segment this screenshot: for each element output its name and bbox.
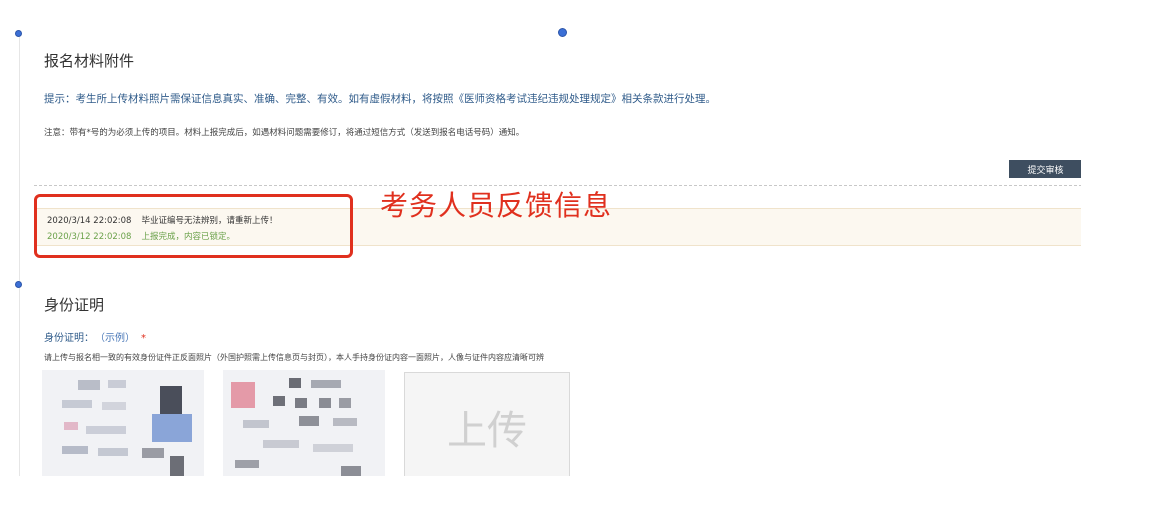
annotation-label: 考务人员反馈信息 <box>380 189 613 222</box>
thumb-decor <box>333 418 357 426</box>
thumb-decor <box>102 402 126 410</box>
thumb-decor <box>341 466 361 476</box>
side-marker-icon <box>15 281 22 288</box>
upload-hint: 提示：考生所上传材料照片需保证信息真实、准确、完整、有效。如有虚假材料，将按照《… <box>44 93 716 105</box>
scroll-handle-icon[interactable] <box>558 28 567 37</box>
thumb-decor <box>64 422 78 430</box>
required-mark: * <box>141 333 146 344</box>
thumb-decor <box>295 398 307 408</box>
thumb-decor <box>108 380 126 388</box>
thumb-decor <box>98 448 128 456</box>
thumb-decor <box>62 446 88 454</box>
thumb-decor <box>160 386 182 414</box>
thumb-decor <box>62 400 92 408</box>
thumb-decor <box>313 444 353 452</box>
identity-field-label: 身份证明： （示例） * <box>44 329 146 344</box>
section-title-identity: 身份证明 <box>44 296 105 314</box>
identity-description: 请上传与报名相一致的有效身份证件正反面照片（外国护照需上传信息页与封页），本人手… <box>44 353 544 362</box>
thumb-decor <box>142 448 164 458</box>
thumb-decor <box>86 426 126 434</box>
side-marker-icon <box>15 30 22 37</box>
thumb-decor <box>289 378 301 388</box>
submit-review-button[interactable]: 提交审核 <box>1009 160 1081 178</box>
upload-label: 上传 <box>447 408 527 454</box>
example-link[interactable]: （示例） <box>100 333 135 344</box>
thumb-decor <box>243 420 269 428</box>
thumb-decor <box>339 398 351 408</box>
thumb-decor <box>263 440 299 448</box>
highlight-box <box>34 194 353 258</box>
thumb-decor <box>273 396 285 406</box>
upload-note: 注意：带有*号的为必须上传的项目。材料上报完成后，如遇材料问题需要修订，将通过短… <box>44 128 525 138</box>
thumb-decor <box>235 460 259 468</box>
upload-button[interactable]: 上传 <box>404 372 570 476</box>
section-title-materials: 报名材料附件 <box>44 52 135 70</box>
thumb-decor <box>311 380 341 388</box>
id-photo-thumbnail-back[interactable] <box>223 370 385 476</box>
thumb-decor <box>299 416 319 426</box>
thumb-decor <box>152 414 192 442</box>
identity-label-text: 身份证明： <box>44 333 94 344</box>
thumb-decor <box>231 382 255 408</box>
thumb-decor <box>319 398 331 408</box>
thumb-decor <box>78 380 100 390</box>
thumb-decor <box>170 456 184 476</box>
id-photo-thumbnail-front[interactable] <box>42 370 204 476</box>
